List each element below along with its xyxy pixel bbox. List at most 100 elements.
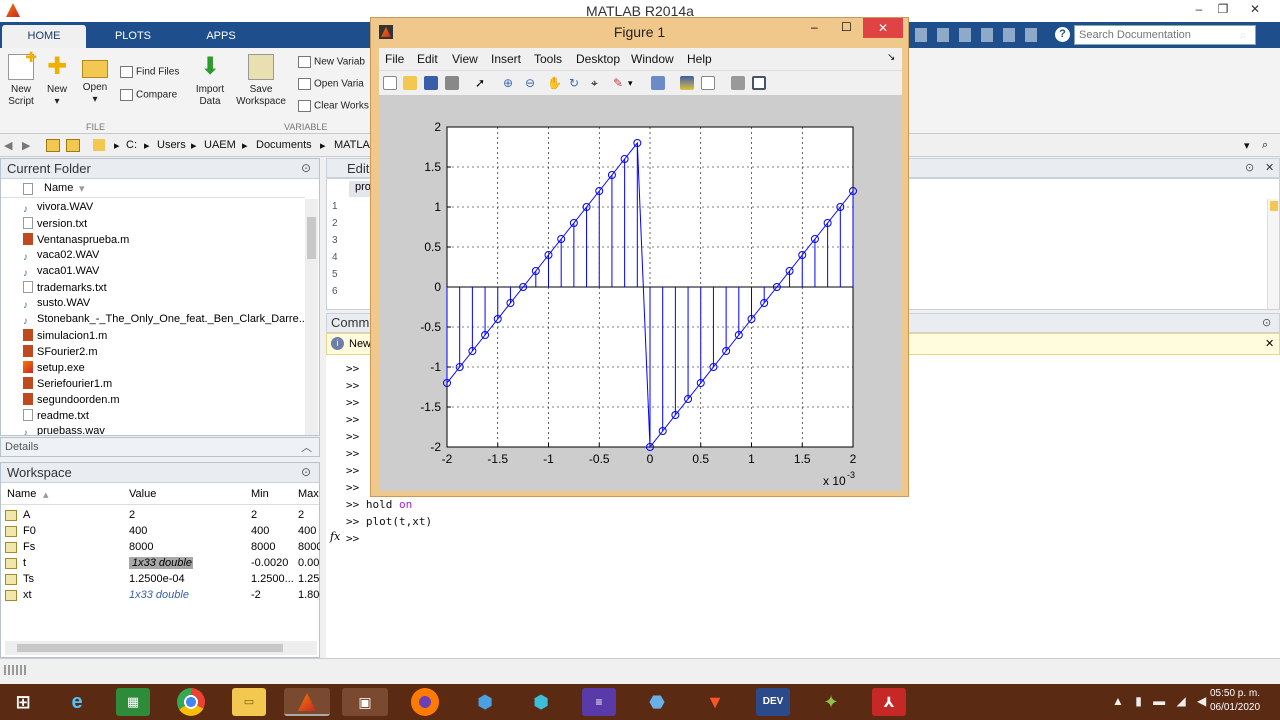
show-plot-tools-icon[interactable] [752,76,766,90]
quick-access-toolbar[interactable] [915,28,1050,42]
hide-plot-tools-icon[interactable] [731,76,745,90]
tab-plots[interactable]: PLOTS [90,25,176,48]
up-folder-icon[interactable] [46,139,60,152]
figure-maximize-button[interactable]: ☐ [841,20,852,34]
file-item[interactable]: ♪ vaca02.WAV [23,249,99,265]
command-input[interactable]: >> [346,532,359,545]
system-tray-icons[interactable]: ▲ ▮ ▬ ◢ ◀ [1112,694,1210,708]
file-item[interactable]: ♪ Stonebank_-_The_Only_One_feat._Ben_Clar… [23,313,305,329]
workspace-hscrollbar-thumb[interactable] [17,644,283,652]
insert-legend-icon[interactable] [701,76,715,90]
forward-icon[interactable]: ▶ [22,139,30,152]
file-item[interactable]: ♪ susto.WAV [23,297,90,313]
brush-dropdown-icon[interactable]: ▾ [628,76,642,90]
menu-desktop[interactable]: Desktop [576,52,620,66]
app-icon-purple[interactable]: ≡ [582,688,616,716]
open-file-icon[interactable] [403,76,417,90]
data-cursor-icon[interactable]: ⌖ [591,76,605,90]
file-item[interactable]: ♪ vivora.WAV [23,201,93,217]
help-icon[interactable]: ? [1055,27,1070,42]
store-icon[interactable]: ▦ [116,688,150,716]
breadcrumb-documents[interactable]: Documents [256,139,312,151]
maximize-button[interactable]: ❐ [1208,0,1238,20]
ws-col-value[interactable]: Value [129,488,156,500]
breadcrumb-drive[interactable]: C: [126,139,137,151]
workspace-row[interactable]: Ts 1.2500e-04 1.2500... 1.250 [1,572,320,588]
panel-menu-icon[interactable]: ⊙ [301,465,311,479]
ws-col-max[interactable]: Max [298,488,319,500]
save-workspace-button[interactable]: Save Workspace [234,52,288,108]
panel-menu-icon[interactable]: ⊙ [1245,161,1254,174]
browse-folder-icon[interactable] [66,139,80,152]
workspace-row[interactable]: t 1x33 double -0.0020 0.002 [1,556,320,572]
rotate-3d-icon[interactable]: ↻ [569,76,583,90]
workspace-hscrollbar[interactable] [5,641,317,655]
link-plot-icon[interactable] [651,76,665,90]
file-item[interactable]: simulacion1.m [23,329,107,345]
acrobat-icon[interactable]: ⅄ [872,688,906,716]
file-item[interactable]: segundoorden.m [23,393,120,409]
dev-cpp-icon[interactable]: DEV [756,688,790,716]
matlab-taskbar-icon[interactable] [284,688,330,716]
android-studio-icon[interactable]: ✦ [814,688,848,716]
panel-menu-icon[interactable]: ⊙ [301,161,311,175]
workspace-row[interactable]: F0 400 400 400 [1,524,319,540]
find-files-button[interactable]: Find Files [120,66,179,78]
new-button[interactable]: ✚ New ▾ [42,52,72,108]
firefox-icon[interactable] [411,688,439,716]
close-info-icon[interactable]: ✕ [1265,337,1274,350]
path-dropdown-icon[interactable]: ▾ [1244,139,1250,152]
internet-explorer-icon[interactable]: e [60,688,94,716]
menu-help[interactable]: Help [687,52,712,66]
open-variable-button[interactable]: Open Varia [298,78,364,90]
new-script-button[interactable]: ✚ New Script [4,50,38,108]
start-windows-icon[interactable]: ⊞ [6,688,40,716]
search-icon[interactable]: ⌕ [1240,28,1247,43]
new-variable-button[interactable]: New Variab [298,56,365,68]
fx-icon[interactable]: fx [330,530,340,543]
breadcrumb-users[interactable]: Users [157,139,186,151]
editor-scrollbar[interactable] [1267,199,1279,309]
ws-col-min[interactable]: Min [251,488,269,500]
folder-scrollbar-thumb[interactable] [307,217,316,259]
file-item[interactable]: readme.txt [23,409,89,425]
file-item[interactable]: setup.exe [23,361,85,377]
app-icon-cyan[interactable]: ⬢ [524,688,558,716]
stem-plot[interactable]: -2 -1.5 -1 -0.5 0 0.5 1 1.5 2 2 1.5 1 0.5 0 -0.5 -1 -1.5… [379,96,902,491]
edit-plot-icon[interactable]: ➚ [475,76,489,90]
menu-view[interactable]: View [452,52,478,66]
menu-window[interactable]: Window [631,52,674,66]
menu-tools[interactable]: Tools [534,52,562,66]
import-data-button[interactable]: ⬇ Import Data [192,52,228,108]
file-item[interactable]: version.txt [23,217,87,233]
menu-edit[interactable]: Edit [417,52,438,66]
workspace-row[interactable]: xt 1x33 double -2 1.800 [1,588,320,604]
panel-menu-icon[interactable]: ⊙ [1262,316,1271,329]
brave-icon[interactable]: ▼ [698,688,732,716]
file-item[interactable]: trademarks.txt [23,281,107,297]
new-figure-icon[interactable] [383,76,397,90]
figure-taskbar-icon[interactable]: ▣ [342,688,388,716]
file-item[interactable]: SFourier2.m [23,345,98,361]
back-icon[interactable]: ◀ [4,139,12,152]
save-figure-icon[interactable] [424,76,438,90]
path-search-icon[interactable]: ⌕ [1262,139,1268,152]
info-text[interactable]: New [349,338,371,350]
clear-workspace-button[interactable]: Clear Works [298,100,369,112]
file-explorer-icon[interactable]: ▭ [232,688,266,716]
brush-icon[interactable]: ✎ [613,76,627,90]
file-item[interactable]: Ventanasprueba.m [23,233,129,249]
workspace-row[interactable]: Fs 8000 8000 8000 [1,540,320,556]
folder-column-header[interactable]: Name ▾ [1,180,305,198]
file-item[interactable]: ♪ vaca01.WAV [23,265,99,281]
zoom-in-icon[interactable]: ⊕ [503,76,517,90]
figure-minimize-button[interactable]: – [811,20,818,34]
workspace-row[interactable]: A 2 2 2 [1,508,319,524]
tab-home[interactable]: HOME [2,25,86,48]
ws-col-name[interactable]: Name [7,488,36,500]
print-figure-icon[interactable] [445,76,459,90]
pan-icon[interactable]: ✋ [547,76,562,90]
expand-icon[interactable]: ︿ [301,439,312,455]
search-documentation-input[interactable] [1074,25,1256,45]
insert-colorbar-icon[interactable] [680,76,694,90]
